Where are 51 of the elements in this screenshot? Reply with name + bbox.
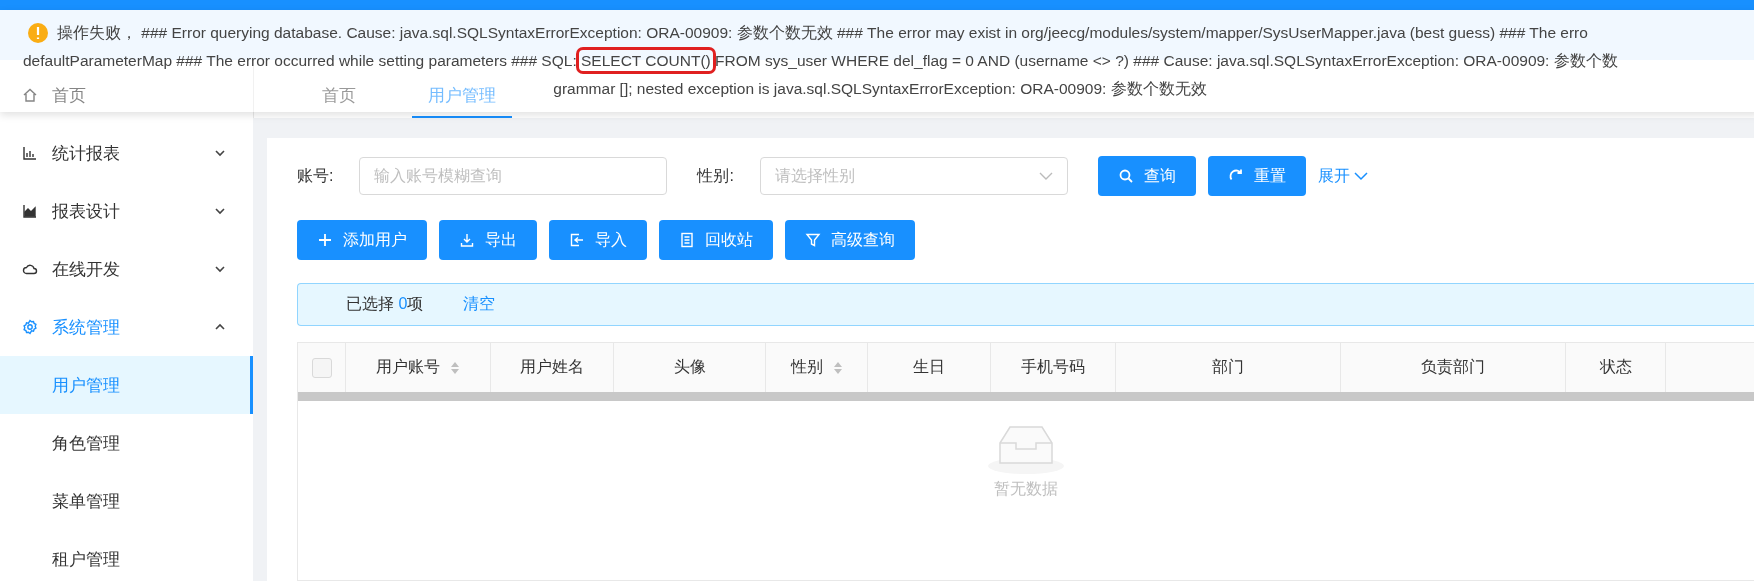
sidebar-item[interactable]: 在线开发 — [0, 240, 253, 298]
field-label: 性别: — [697, 165, 734, 186]
clear-link[interactable]: 清空 — [463, 294, 496, 315]
column-header: 用户姓名 — [491, 343, 614, 392]
toolbar-button[interactable]: 高级查询 — [785, 220, 915, 260]
import-icon — [569, 232, 585, 248]
selection-count: 已选择 0项 — [346, 294, 424, 314]
warning-icon — [27, 22, 49, 44]
chevron-down-icon — [1038, 171, 1053, 181]
sidebar-subitem[interactable]: 菜单管理 — [0, 472, 253, 530]
toolbar-button[interactable]: 回收站 — [659, 220, 773, 260]
chevron-down-icon — [214, 205, 226, 217]
chevron-down-icon — [214, 147, 226, 159]
reset-button[interactable]: 重置 — [1207, 156, 1306, 196]
filter-icon — [805, 232, 821, 248]
toolbar-button[interactable]: 添加用户 — [297, 220, 427, 260]
error-message-line: grammar []; nested exception is java.sql.SQLSyntaxErrorException: ORA-00909: 参数个数无效 — [553, 78, 1207, 99]
area-chart-icon — [22, 203, 38, 219]
expand-link[interactable]: 展开 — [1317, 165, 1368, 187]
tab[interactable]: 首页 — [306, 82, 372, 118]
search-button[interactable]: 查询 — [1097, 156, 1196, 196]
error-message-line: 操作失败， ### Error querying database. Cause: java.sql.SQLSyntaxErrorException: ORA-00909: 参数个数无效 ### The error may exist in org/jeecg/modules/system/mapper/SysUserMapper.java (best guess) ### The erro — [57, 22, 1588, 43]
chevron-down-icon — [214, 263, 226, 275]
column-header: 生日 — [868, 343, 991, 392]
sidebar-subitem[interactable]: 租户管理 — [0, 530, 253, 581]
search-icon — [1117, 168, 1134, 184]
sidebar-subitem[interactable]: 用户管理 — [0, 356, 253, 414]
settings-icon — [22, 319, 38, 335]
empty-text: 暂无数据 — [994, 479, 1058, 499]
download-icon — [459, 232, 475, 248]
sidebar-item[interactable]: 系统管理 — [0, 298, 253, 356]
sidebar-item[interactable]: 统计报表 — [0, 124, 253, 182]
toolbar-button[interactable]: 导入 — [549, 220, 647, 260]
column-header: 部门 — [1116, 343, 1341, 392]
column-header: 性别 — [766, 343, 868, 392]
column-header: 手机号码 — [991, 343, 1116, 392]
column-header: 用户账号 — [346, 343, 491, 392]
column-header: 状态 — [1566, 343, 1666, 392]
chevron-down-icon — [1353, 171, 1368, 181]
field-label: 账号: — [297, 165, 334, 186]
column-header: 头像 — [614, 343, 766, 392]
bar-chart-icon — [22, 145, 38, 161]
error-message-line: defaultParameterMap ### The error occurred while setting parameters ### SQL: SELECT COUNT() FROM sys_user WHERE del_flag = 0 AND (username <> ?) ### Cause: java.sql.SQLSyntaxErrorException: ORA-00909: 参数个数 — [23, 50, 1618, 72]
toolbar-button[interactable]: 导出 — [439, 220, 537, 260]
sidebar-item[interactable]: 报表设计 — [0, 182, 253, 240]
sidebar-subitem[interactable]: 角色管理 — [0, 414, 253, 472]
account-input[interactable]: 输入账号模糊查询 — [359, 157, 668, 195]
plus-icon — [317, 232, 333, 248]
column-header: 负责部门 — [1341, 343, 1566, 392]
gender-select[interactable]: 请选择性别 — [759, 157, 1068, 195]
select-all-checkbox[interactable] — [311, 357, 332, 378]
